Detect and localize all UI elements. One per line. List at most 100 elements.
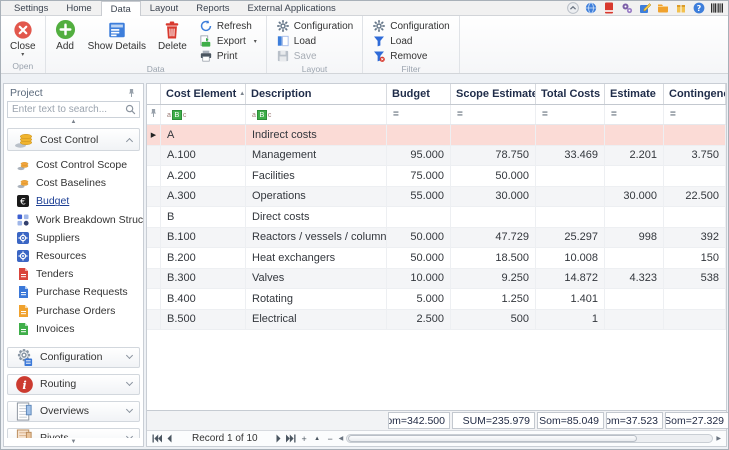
grid-row-a[interactable]: ▶AIndirect costs bbox=[147, 125, 726, 146]
grid-row-b-200[interactable]: B.200Heat exchangers50.00018.50010.00815… bbox=[147, 248, 726, 269]
close-button[interactable]: Close ▾ bbox=[4, 18, 42, 58]
grid-row-b[interactable]: BDirect costs bbox=[147, 207, 726, 228]
sidebar-group-overviews[interactable]: Overviews bbox=[7, 401, 140, 422]
horizontal-scrollbar[interactable] bbox=[346, 434, 713, 443]
column-header-description[interactable]: Description bbox=[246, 84, 387, 104]
edit-icon[interactable] bbox=[639, 2, 651, 14]
sidebar-group-routing[interactable]: iRouting bbox=[7, 374, 140, 395]
wbs-icon bbox=[17, 214, 29, 226]
grid-header-row: Cost Element▲DescriptionBudgetScope Esti… bbox=[147, 84, 726, 105]
filter-remove-button[interactable]: Remove bbox=[368, 49, 453, 63]
coins-icon bbox=[14, 130, 34, 150]
documentation-icon[interactable] bbox=[603, 2, 615, 14]
sidebar-group-configuration[interactable]: Configuration bbox=[7, 347, 140, 368]
tab-home[interactable]: Home bbox=[57, 1, 100, 15]
filter-cell-cost-element[interactable]: aBc bbox=[161, 105, 246, 124]
show-details-button[interactable]: Show Details bbox=[82, 18, 152, 52]
layout-load-button[interactable]: Load bbox=[272, 34, 357, 48]
filter-cell-budget[interactable]: = bbox=[387, 105, 451, 124]
delete-button[interactable]: Delete bbox=[152, 18, 193, 52]
grid-row-b-500[interactable]: B.500Electrical2.5005001 bbox=[147, 310, 726, 331]
collapse-ribbon-icon[interactable] bbox=[567, 2, 579, 14]
refresh-button[interactable]: Refresh bbox=[195, 19, 261, 33]
grid-row-a-300[interactable]: A.300Operations55.00030.00030.00022.500 bbox=[147, 187, 726, 208]
print-button[interactable]: Print bbox=[195, 49, 261, 63]
cell-scope_estimate bbox=[451, 207, 536, 227]
sidebar-item-resources[interactable]: Resources bbox=[4, 247, 143, 265]
sidebar-group-cost-control[interactable]: Cost Control bbox=[7, 128, 140, 151]
cell-contingency: 538 bbox=[664, 269, 726, 289]
sidebar-collapse-up-icon[interactable]: ▲ bbox=[4, 119, 143, 126]
configuration-icon bbox=[14, 347, 34, 367]
column-header-budget[interactable]: Budget bbox=[387, 84, 451, 104]
sidebar-item-purchase-requests[interactable]: Purchase Requests bbox=[4, 283, 143, 301]
filter-cell-scope-estimate[interactable]: = bbox=[451, 105, 536, 124]
filter-cell-contingency[interactable]: = bbox=[664, 105, 726, 124]
folder-icon[interactable] bbox=[657, 2, 669, 14]
sidebar-more-down-icon[interactable]: ▼ bbox=[4, 438, 143, 446]
globe-icon[interactable] bbox=[585, 2, 597, 14]
layout-save-button[interactable]: Save bbox=[272, 49, 357, 63]
filter-load-button[interactable]: Load bbox=[368, 34, 453, 48]
nav-append-button[interactable]: + bbox=[298, 433, 311, 445]
cell-cost_element: A.200 bbox=[161, 166, 246, 186]
services-icon[interactable] bbox=[621, 2, 633, 14]
nav-last-button[interactable] bbox=[285, 433, 298, 445]
column-header-estimate[interactable]: Estimate bbox=[605, 84, 664, 104]
pin-icon[interactable] bbox=[125, 87, 137, 99]
sidebar-item-label: Purchase Orders bbox=[36, 305, 115, 317]
nav-edit-button[interactable]: ▲ bbox=[311, 433, 324, 445]
tab-settings[interactable]: Settings bbox=[5, 1, 57, 15]
grid-row-b-100[interactable]: B.100Reactors / vessels / columns50.0004… bbox=[147, 228, 726, 249]
sidebar-item-purchase-orders[interactable]: Purchase Orders bbox=[4, 302, 143, 320]
footer-cell-total-costs: Som=85.049 bbox=[536, 411, 605, 430]
grid-body: ▶AIndirect costsA.100Management95.00078.… bbox=[147, 125, 726, 330]
tab-data[interactable]: Data bbox=[101, 1, 141, 16]
help-icon[interactable]: ? bbox=[693, 2, 705, 14]
sidebar-item-invoices[interactable]: Invoices bbox=[4, 320, 143, 338]
filter-row-indicator[interactable] bbox=[147, 105, 161, 124]
column-header-total-costs[interactable]: Total Costs bbox=[536, 84, 605, 104]
column-header-contingency[interactable]: Contingency bbox=[664, 84, 726, 104]
sidebar-item-cost-baselines[interactable]: Cost Baselines bbox=[4, 174, 143, 192]
sidebar-group-pivots[interactable]: Pivots bbox=[7, 428, 140, 438]
sidebar-item-suppliers[interactable]: Suppliers bbox=[4, 229, 143, 247]
tab-external-applications[interactable]: External Applications bbox=[239, 1, 345, 15]
nav-next-button[interactable] bbox=[272, 433, 285, 445]
column-header-cost-element[interactable]: Cost Element▲ bbox=[161, 84, 246, 104]
tab-reports[interactable]: Reports bbox=[187, 1, 238, 15]
scroll-left-icon[interactable]: ◀ bbox=[337, 435, 346, 442]
export-button[interactable]: Export ▾ bbox=[195, 34, 261, 48]
nav-first-button[interactable] bbox=[150, 433, 163, 445]
package-icon[interactable] bbox=[675, 2, 687, 14]
sidebar-item-budget[interactable]: €Budget bbox=[4, 192, 143, 210]
sidebar-item-label: Purchase Requests bbox=[36, 286, 128, 298]
footer-cell-scope-estimate: SUM=235.979 bbox=[451, 411, 536, 430]
printer-icon bbox=[199, 49, 213, 63]
scroll-right-icon[interactable]: ▶ bbox=[714, 435, 723, 442]
grid-row-b-300[interactable]: B.300Valves10.0009.25014.8724.323538 bbox=[147, 269, 726, 290]
cell-estimate bbox=[605, 207, 664, 227]
filter-cell-estimate[interactable]: = bbox=[605, 105, 664, 124]
scrollbar-thumb[interactable] bbox=[348, 435, 636, 442]
filter-cell-description[interactable]: aBc bbox=[246, 105, 387, 124]
filter-configuration-button[interactable]: Configuration bbox=[368, 19, 453, 33]
tab-layout[interactable]: Layout bbox=[141, 1, 188, 15]
add-button[interactable]: Add bbox=[49, 18, 82, 52]
close-button-label: Close bbox=[10, 41, 36, 52]
layout-configuration-button[interactable]: Configuration bbox=[272, 19, 357, 33]
barcode-icon[interactable] bbox=[711, 2, 723, 14]
row-indicator-header[interactable] bbox=[147, 84, 161, 104]
filter-cell-total-costs[interactable]: = bbox=[536, 105, 605, 124]
nav-delete-button[interactable]: − bbox=[324, 433, 337, 445]
grid-row-a-200[interactable]: A.200Facilities75.00050.000 bbox=[147, 166, 726, 187]
grid-row-a-100[interactable]: A.100Management95.00078.75033.4692.2013.… bbox=[147, 146, 726, 167]
search-input[interactable] bbox=[8, 104, 124, 115]
search-icon[interactable] bbox=[124, 104, 136, 116]
sidebar-item-cost-control-scope[interactable]: Cost Control Scope bbox=[4, 156, 143, 174]
nav-prev-button[interactable] bbox=[163, 433, 176, 445]
sidebar-item-tenders[interactable]: Tenders bbox=[4, 265, 143, 283]
grid-row-b-400[interactable]: B.400Rotating5.0001.2501.401 bbox=[147, 289, 726, 310]
sidebar-item-work-breakdown-structure[interactable]: Work Breakdown Structure bbox=[4, 211, 143, 229]
column-header-scope-estimate[interactable]: Scope Estimate bbox=[451, 84, 536, 104]
